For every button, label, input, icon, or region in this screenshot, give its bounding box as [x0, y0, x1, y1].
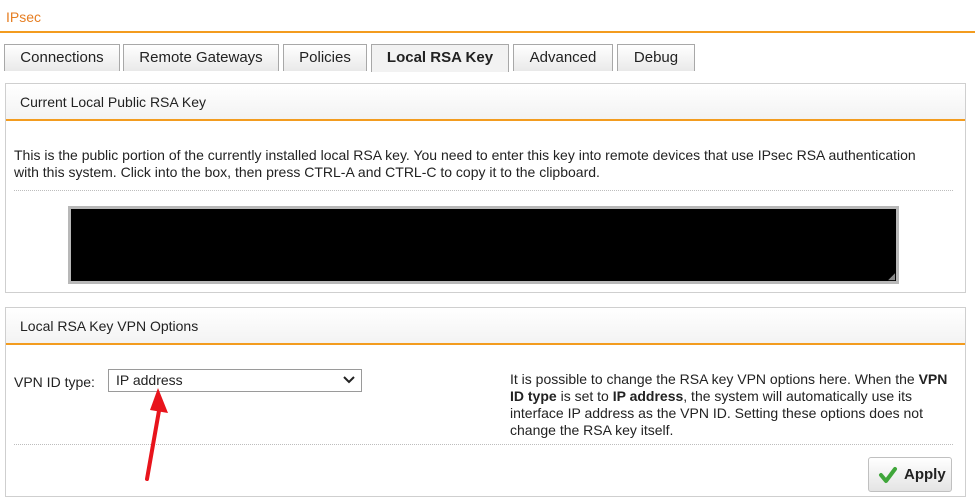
chevron-down-icon [343, 376, 355, 384]
tab-advanced[interactable]: Advanced [513, 44, 613, 71]
apply-button-label: Apply [904, 466, 946, 483]
help-text-bold: IP address [612, 388, 684, 404]
help-text-part: is set to [556, 388, 613, 404]
page-title: IPsec [0, 0, 975, 33]
red-arrow-icon [145, 388, 168, 481]
tab-local-rsa-key[interactable]: Local RSA Key [371, 44, 509, 72]
checkmark-icon [879, 467, 897, 483]
tab-debug[interactable]: Debug [617, 44, 695, 71]
vpn-id-type-label: VPN ID type: [14, 374, 95, 390]
vpn-panel-header: Local RSA Key VPN Options [6, 308, 965, 345]
vpn-help-text: It is possible to change the RSA key VPN… [510, 371, 952, 439]
divider [14, 190, 953, 191]
tab-policies[interactable]: Policies [283, 44, 367, 71]
tab-remote-gateways[interactable]: Remote Gateways [123, 44, 279, 71]
apply-button[interactable]: Apply [868, 457, 952, 492]
tab-connections[interactable]: Connections [4, 44, 120, 71]
help-text-part: It is possible to change the RSA key VPN… [510, 371, 919, 387]
resize-handle-icon[interactable]: ◢ [888, 272, 895, 281]
rsa-key-panel: Current Local Public RSA Key This is the… [5, 83, 966, 293]
rsa-key-textarea[interactable]: ◢ [68, 206, 899, 284]
tab-bar: Connections Remote Gateways Policies Loc… [0, 44, 975, 72]
rsa-description: This is the public portion of the curren… [14, 147, 916, 180]
rsa-panel-header: Current Local Public RSA Key [6, 84, 965, 121]
